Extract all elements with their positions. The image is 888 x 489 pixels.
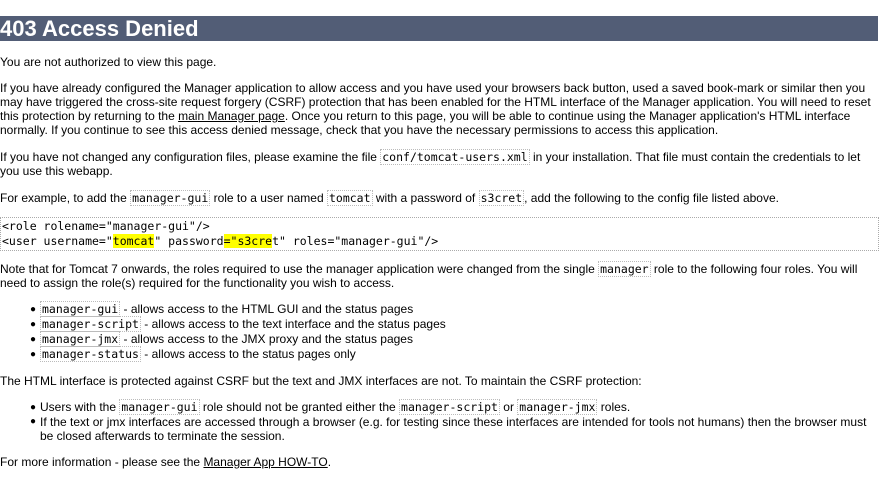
bullet-icon: ● [30,402,37,413]
bullet-icon: ● [30,319,37,330]
list-item: ● Users with the manager-gui role should … [30,399,870,415]
more-info-part1: For more information - please see the [0,455,204,469]
highlighted-password: "s3cre [230,233,273,248]
role-desc: - allows access to the text interface an… [140,317,446,331]
list-item: ● manager-gui - allows access to the HTML… [30,301,870,317]
config-code-block: <role rolename="manager-gui"/> <user use… [0,217,879,251]
role-desc: - allows access to the status pages only [140,347,356,361]
list-item: ● manager-status - allows access to the s… [30,346,870,362]
example-part2: role to a user named [210,191,327,205]
role-code: manager-gui [40,301,121,317]
config-file-part1: If you have not changed any configuratio… [0,150,381,164]
example-part4: , add the following to the config file l… [524,191,779,205]
example-part3: with a password of [372,191,479,205]
role-code: manager-jmx [40,331,121,347]
config-file-text: If you have not changed any configuratio… [0,149,878,178]
tomcat7-part1: Note that for Tomcat 7 onwards, the role… [0,262,599,276]
highlighted-equals: = [223,233,231,248]
example-part1: For example, to add the [0,191,131,205]
list-item: ● If the text or jmx interfaces are acces… [30,415,870,443]
not-authorized-text: You are not authorized to view this page… [0,55,217,69]
role-code: manager-status [40,346,141,362]
example-role-code: manager-gui [130,190,211,206]
role-desc: - allows access to the HTML GUI and the … [120,302,414,316]
csrf-explanation: If you have already configured the Manag… [0,81,878,137]
csrf-item1-part1: Users with the [40,400,120,414]
highlighted-username: tomcat [112,233,155,248]
csrf-item1-code1: manager-gui [119,399,200,415]
list-item: ● manager-script - allows access to the t… [30,316,870,332]
bullet-icon: ● [30,349,37,360]
csrf-item1-part4: roles. [597,400,631,414]
bullet-icon: ● [30,334,37,345]
roles-list: ● manager-gui - allows access to the HTML… [0,301,870,362]
more-info-text: For more information - please see the Ma… [0,455,878,469]
code-line-2-a: <user username=" [2,233,113,248]
page-title: 403 Access Denied [0,16,878,41]
csrf-item2-text: If the text or jmx interfaces are access… [40,415,867,443]
role-desc: - allows access to the JMX proxy and the… [120,332,413,346]
csrf-item1-code2: manager-script [399,399,500,415]
config-file-code: conf/tomcat-users.xml [380,149,530,165]
csrf-item1-part3: or [499,400,518,414]
code-line-1: <role rolename="manager-gui"/> [2,219,210,233]
example-text: For example, to add the manager-gui role… [0,190,878,206]
csrf-rules-list: ● Users with the manager-gui role should … [0,399,870,443]
csrf-protection-text: The HTML interface is protected against … [0,374,642,388]
example-password-code: s3cret [478,190,525,206]
list-item: ● manager-jmx - allows access to the JMX … [30,331,870,347]
code-line-2-d: t" roles="manager-gui"/> [272,233,439,248]
more-info-part2: . [327,455,332,469]
csrf-item1-code3: manager-jmx [517,399,598,415]
main-manager-page-link[interactable]: main Manager page [178,109,285,123]
code-line-2-b: " password [154,233,224,248]
csrf-item1-part2: role should not be granted either the [199,400,400,414]
example-user-code: tomcat [326,190,373,206]
bullet-icon: ● [30,304,37,315]
manager-role-code: manager [598,261,651,277]
manager-howto-link[interactable]: Manager App HOW-TO [203,455,327,469]
role-code: manager-script [40,316,141,332]
tomcat7-roles-text: Note that for Tomcat 7 onwards, the role… [0,261,878,290]
page: 403 Access Denied You are not authorized… [0,0,888,489]
bullet-icon: ● [30,416,37,427]
